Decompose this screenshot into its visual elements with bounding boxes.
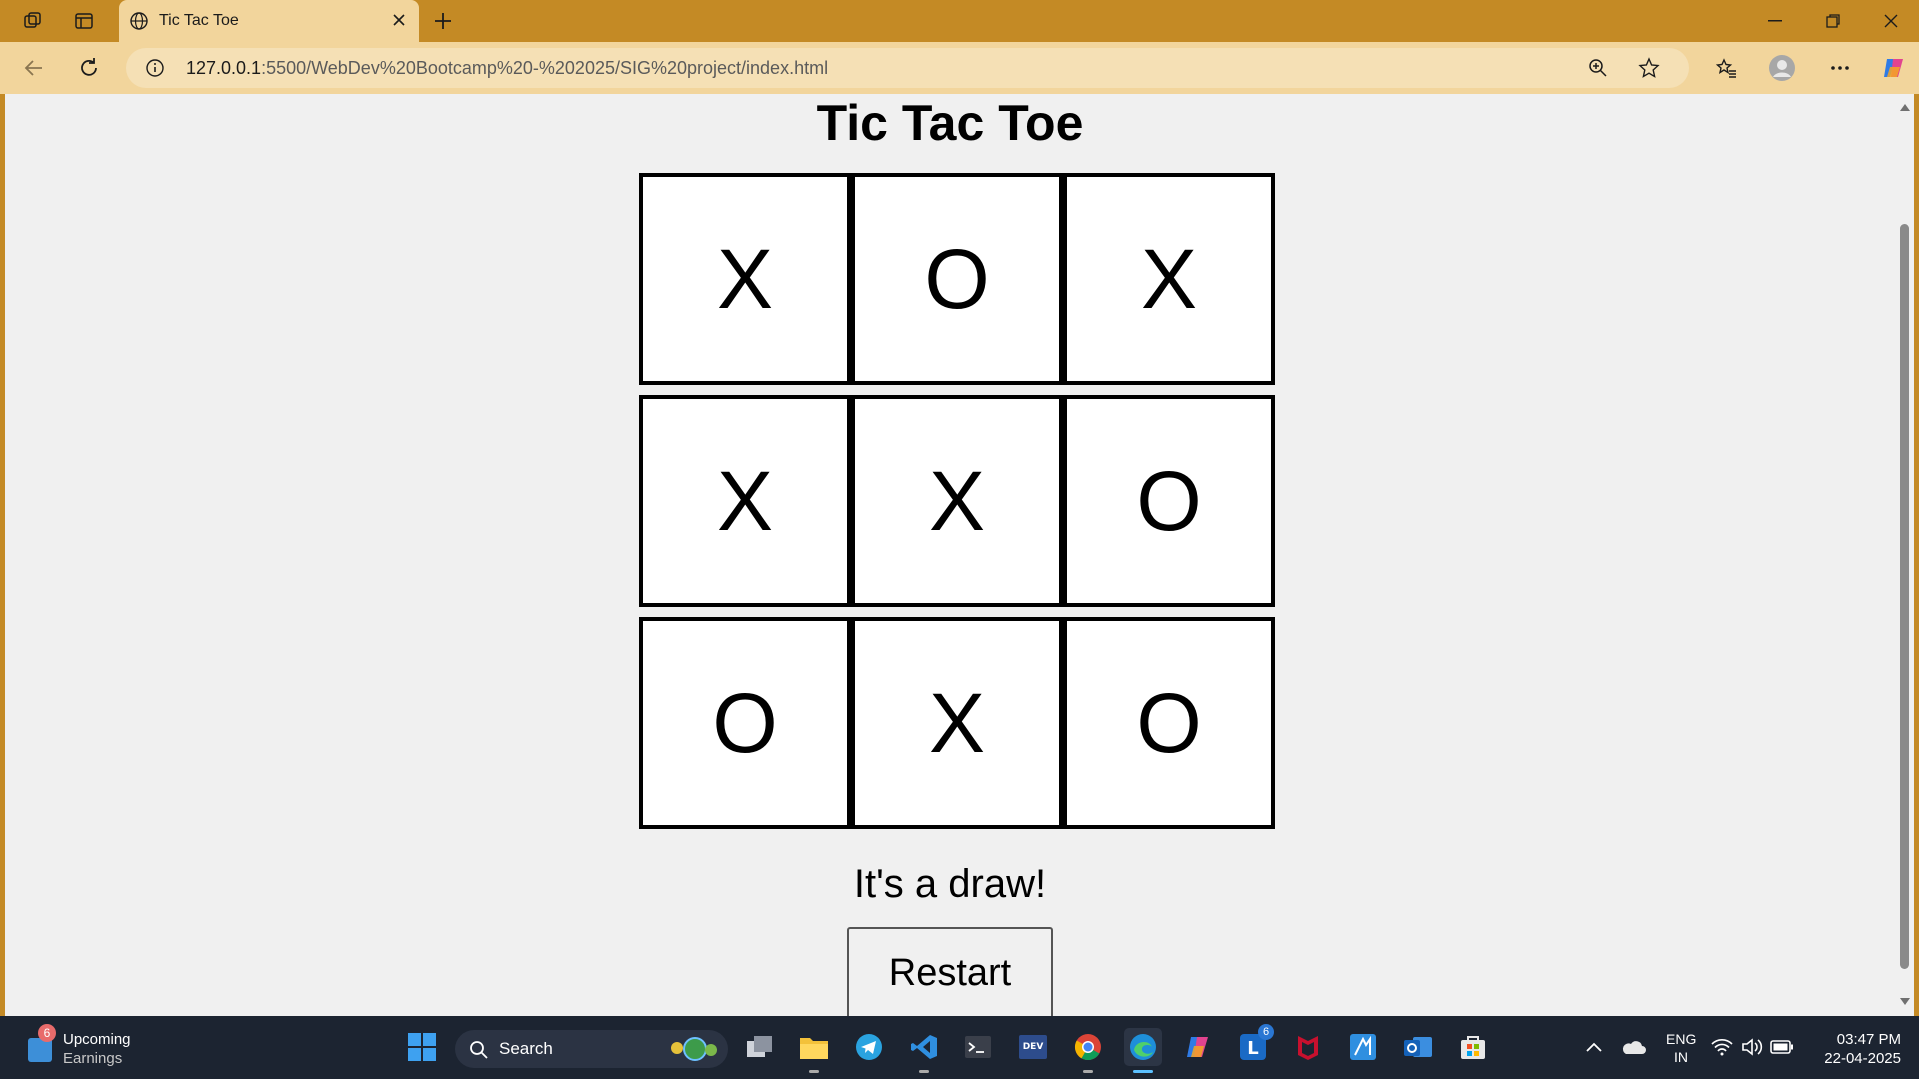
edge-icon[interactable] bbox=[1124, 1028, 1162, 1073]
azure-data-studio-icon[interactable] bbox=[1344, 1028, 1382, 1066]
copilot-app-icon[interactable] bbox=[1179, 1028, 1217, 1066]
onedrive-icon[interactable] bbox=[1614, 1028, 1652, 1066]
svg-text:L: L bbox=[1247, 1038, 1258, 1059]
windows-taskbar: 6 Upcoming Earnings Search DEV L 6 ENG I… bbox=[0, 1016, 1919, 1079]
task-view-icon[interactable] bbox=[741, 1028, 779, 1066]
search-icon bbox=[469, 1040, 489, 1065]
profile-avatar-icon[interactable] bbox=[1768, 54, 1796, 82]
outlook-icon[interactable] bbox=[1399, 1028, 1437, 1066]
widgets-title: Upcoming bbox=[63, 1031, 131, 1048]
board-cell[interactable]: O bbox=[851, 173, 1063, 385]
page-title: Tic Tac Toe bbox=[816, 95, 1084, 151]
system-clock[interactable]: 03:47 PM 22-04-2025 bbox=[1811, 1030, 1901, 1068]
devhome-icon[interactable]: DEV bbox=[1014, 1028, 1052, 1066]
vertical-scrollbar[interactable] bbox=[1895, 94, 1914, 1016]
board-cell[interactable]: O bbox=[639, 617, 851, 829]
widgets-subtitle: Earnings bbox=[63, 1050, 123, 1067]
browser-title-bar: Tic Tac Toe bbox=[0, 0, 1919, 42]
minimize-icon[interactable] bbox=[1752, 6, 1798, 36]
board-cell[interactable]: O bbox=[1063, 395, 1275, 607]
microsoft-store-icon[interactable] bbox=[1454, 1028, 1492, 1066]
clock-date: 22-04-2025 bbox=[1824, 1050, 1901, 1067]
tab-actions-icon[interactable] bbox=[71, 8, 97, 34]
volume-icon[interactable] bbox=[1738, 1028, 1766, 1066]
favorite-star-icon[interactable] bbox=[1637, 56, 1661, 80]
back-icon[interactable] bbox=[20, 54, 48, 82]
linkedin-learning-icon[interactable]: L 6 bbox=[1234, 1024, 1274, 1066]
board-cell[interactable]: X bbox=[851, 617, 1063, 829]
close-window-icon[interactable] bbox=[1868, 6, 1914, 36]
game-board: X O X X X O O X O bbox=[639, 173, 1275, 839]
restart-button[interactable]: Restart bbox=[847, 927, 1053, 1016]
notification-badge: 6 bbox=[1258, 1024, 1274, 1040]
board-cell[interactable]: X bbox=[1063, 173, 1275, 385]
clock-time: 03:47 PM bbox=[1836, 1031, 1901, 1048]
restore-icon[interactable] bbox=[1810, 6, 1856, 36]
taskbar-search[interactable]: Search bbox=[455, 1030, 728, 1068]
mcafee-icon[interactable] bbox=[1289, 1028, 1327, 1066]
page-viewport: Tic Tac Toe X O X X X O O X O It's a dra… bbox=[5, 94, 1895, 1016]
earth-day-icon bbox=[665, 1036, 721, 1067]
window-frame-edge bbox=[1914, 94, 1919, 1016]
scroll-down-arrow-icon[interactable] bbox=[1900, 998, 1910, 1005]
browser-toolbar: 127.0.0.1:5500/WebDev%20Bootcamp%20-%202… bbox=[0, 42, 1919, 94]
globe-icon bbox=[129, 11, 149, 36]
board-cell[interactable]: O bbox=[1063, 617, 1275, 829]
tab-tic-tac-toe[interactable]: Tic Tac Toe bbox=[119, 0, 419, 42]
show-hidden-icons-chevron-icon[interactable] bbox=[1575, 1028, 1613, 1066]
favorites-icon[interactable] bbox=[1712, 54, 1740, 82]
workspaces-icon[interactable] bbox=[20, 8, 46, 34]
url-host: 127.0.0.1 bbox=[186, 58, 262, 78]
wifi-icon[interactable] bbox=[1708, 1028, 1736, 1066]
refresh-icon[interactable] bbox=[75, 54, 103, 82]
copilot-icon[interactable] bbox=[1880, 54, 1908, 82]
url-text: 127.0.0.1:5500/WebDev%20Bootcamp%20-%202… bbox=[186, 58, 828, 79]
region-code: IN bbox=[1674, 1049, 1688, 1065]
game-status-message: It's a draw! bbox=[853, 862, 1047, 906]
url-path: :5500/WebDev%20Bootcamp%20-%202025/SIG%2… bbox=[261, 58, 829, 78]
board-cell[interactable]: X bbox=[639, 395, 851, 607]
start-icon[interactable] bbox=[403, 1028, 441, 1066]
scrollbar-thumb[interactable] bbox=[1900, 224, 1909, 969]
more-options-icon[interactable] bbox=[1826, 54, 1854, 82]
language-indicator[interactable]: ENG IN bbox=[1666, 1030, 1696, 1066]
scroll-up-arrow-icon[interactable] bbox=[1900, 104, 1910, 111]
search-label: Search bbox=[499, 1039, 553, 1058]
chrome-icon[interactable] bbox=[1069, 1028, 1107, 1073]
running-indicator bbox=[919, 1070, 929, 1073]
active-indicator bbox=[1133, 1070, 1153, 1073]
terminal-icon[interactable] bbox=[959, 1028, 997, 1066]
address-bar[interactable]: 127.0.0.1:5500/WebDev%20Bootcamp%20-%202… bbox=[126, 48, 1689, 88]
widgets-icon[interactable]: 6 bbox=[26, 1024, 62, 1064]
close-tab-icon[interactable] bbox=[389, 10, 409, 30]
new-tab-icon[interactable] bbox=[430, 8, 456, 34]
telegram-icon[interactable] bbox=[850, 1028, 888, 1066]
language-code: ENG bbox=[1666, 1031, 1697, 1047]
board-cell[interactable]: X bbox=[851, 395, 1063, 607]
battery-icon[interactable] bbox=[1768, 1028, 1796, 1066]
running-indicator bbox=[809, 1070, 819, 1073]
widgets-text[interactable]: Upcoming Earnings bbox=[63, 1030, 131, 1068]
tab-title: Tic Tac Toe bbox=[159, 12, 239, 29]
file-explorer-icon[interactable] bbox=[795, 1028, 833, 1073]
svg-text:DEV: DEV bbox=[1023, 1042, 1044, 1052]
vscode-icon[interactable] bbox=[905, 1028, 943, 1073]
board-cell[interactable]: X bbox=[639, 173, 851, 385]
site-info-icon[interactable] bbox=[145, 58, 165, 83]
running-indicator bbox=[1083, 1070, 1093, 1073]
notification-badge: 6 bbox=[38, 1024, 56, 1042]
zoom-icon[interactable] bbox=[1586, 56, 1610, 80]
